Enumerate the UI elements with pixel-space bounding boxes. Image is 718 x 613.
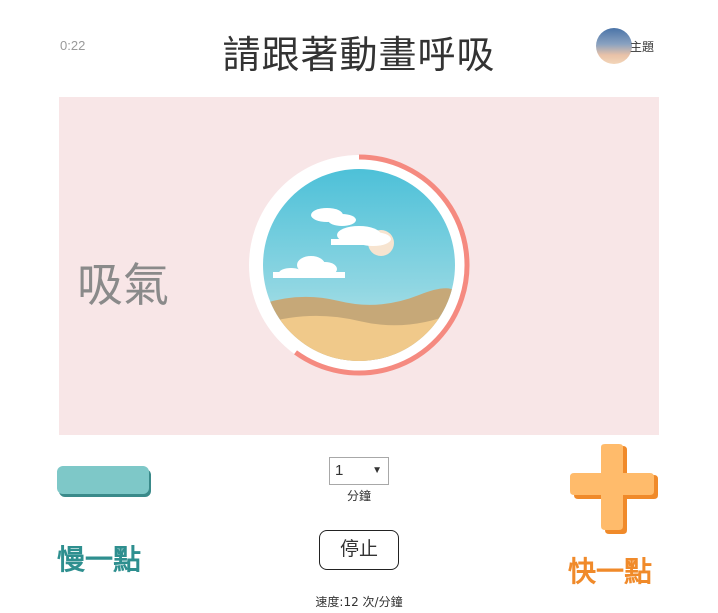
breathing-stage: 吸氣 <box>59 97 659 435</box>
slower-button[interactable] <box>57 466 149 494</box>
slower-label[interactable]: 慢一點 <box>57 538 141 578</box>
breathing-animation <box>249 154 470 376</box>
theme-label: 主題 <box>630 40 655 54</box>
speed-readout: 速度:12 次/分鐘 <box>315 595 403 609</box>
duration-select[interactable]: 1 ▼ <box>329 457 389 485</box>
stop-button[interactable]: 停止 <box>319 530 399 570</box>
dropdown-caret-icon: ▼ <box>372 465 382 476</box>
faster-button[interactable] <box>568 444 660 536</box>
plus-icon <box>570 444 654 530</box>
theme-button[interactable]: 主題 <box>596 28 654 64</box>
duration-unit-label: 分鐘 <box>346 489 371 503</box>
faster-label[interactable]: 快一點 <box>568 550 652 590</box>
theme-thumbnail-icon[interactable] <box>596 28 632 64</box>
duration-value: 1 <box>335 462 344 479</box>
